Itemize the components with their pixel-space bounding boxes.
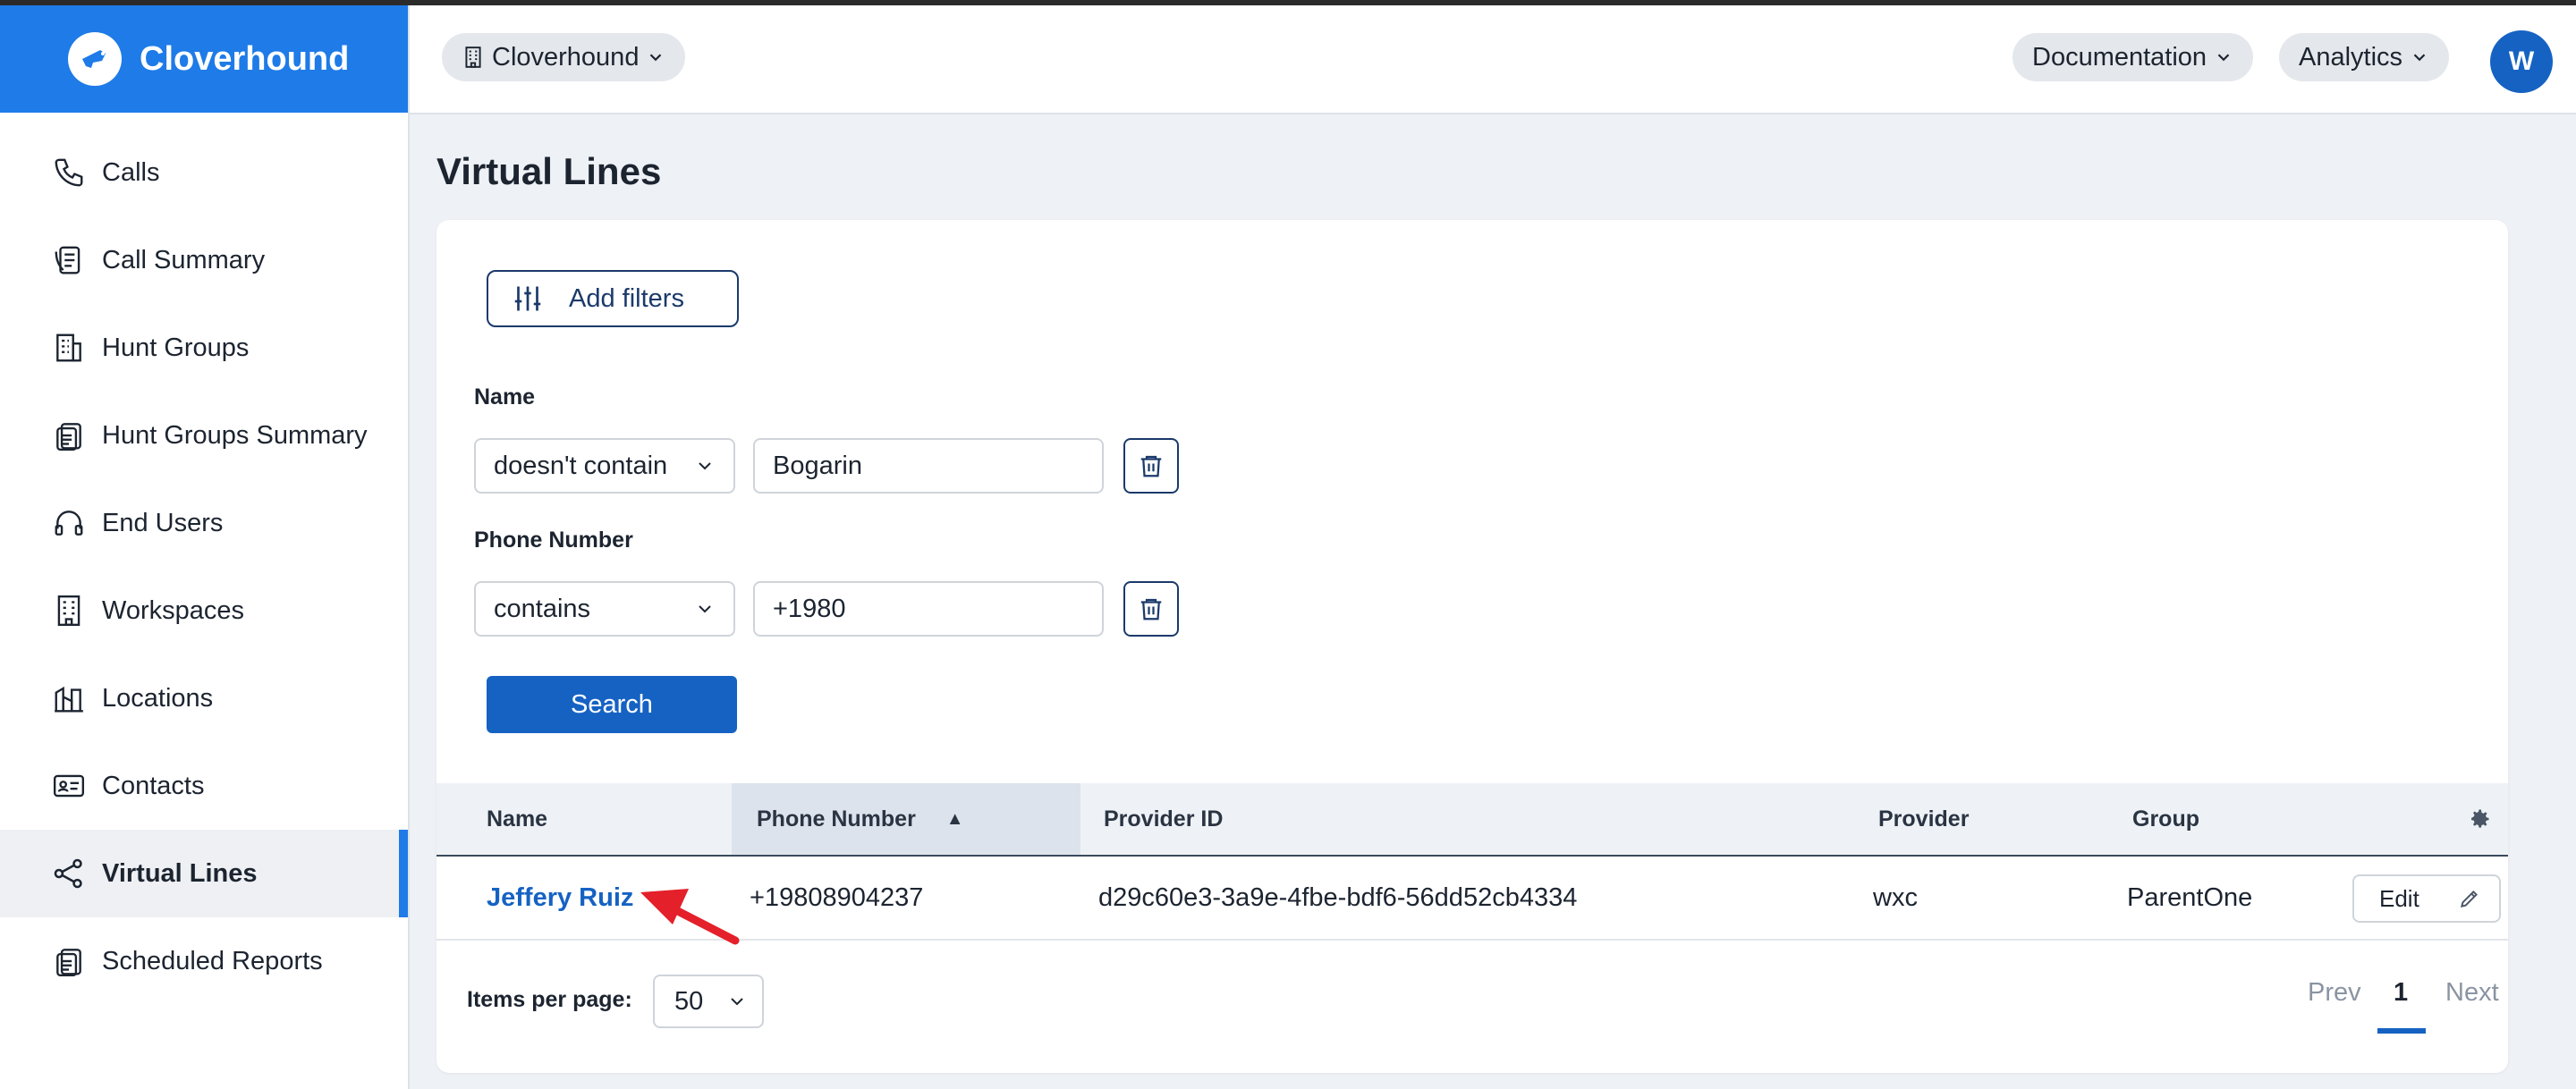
chevron-down-icon (646, 47, 665, 67)
trash-icon (1138, 595, 1165, 622)
row-provider: wxc (1873, 882, 1918, 912)
sidebar-item-end-users[interactable]: End Users (0, 479, 408, 567)
analytics-label: Analytics (2299, 42, 2403, 72)
sidebar-item-label: Virtual Lines (102, 858, 258, 888)
name-filter-input[interactable] (753, 438, 1104, 494)
row-group: ParentOne (2127, 882, 2253, 912)
sidebar-item-label: End Users (102, 508, 224, 537)
workspace-building-icon (50, 592, 88, 629)
org-building-icon (462, 46, 485, 69)
org-switcher-label: Cloverhound (492, 42, 640, 72)
next-page-button[interactable]: Next (2445, 978, 2499, 1008)
report-clipboard-icon (50, 942, 88, 980)
virtual-lines-card: Add filters Name doesn't contain Phone N… (436, 220, 2508, 1073)
sidebar-item-label: Hunt Groups (102, 333, 250, 362)
analytics-menu[interactable]: Analytics (2279, 33, 2450, 81)
row-provider-id: d29c60e3-3a9e-4fbe-bdf6-56dd52cb4334 (1098, 882, 1578, 912)
sidebar-item-label: Contacts (102, 771, 205, 800)
add-filters-label: Add filters (569, 283, 684, 313)
column-header-group[interactable]: Group (2132, 783, 2199, 855)
column-header-provider[interactable]: Provider (1878, 783, 1969, 855)
top-header: Cloverhound Documentation Analytics W (410, 5, 2576, 114)
name-operator-select[interactable]: doesn't contain (474, 438, 735, 494)
phone-filter-label: Phone Number (474, 528, 633, 553)
sidebar-item-workspaces[interactable]: Workspaces (0, 567, 408, 654)
building-icon (50, 329, 88, 367)
delete-phone-filter-button[interactable] (1123, 581, 1179, 637)
current-page-button[interactable]: 1 (2394, 978, 2408, 1008)
call-summary-icon (50, 241, 88, 279)
sidebar-item-call-summary[interactable]: Call Summary (0, 216, 408, 304)
contact-card-icon (50, 767, 88, 805)
prev-page-button[interactable]: Prev (2308, 978, 2361, 1008)
items-per-page-label: Items per page: (467, 987, 632, 1012)
documentation-menu[interactable]: Documentation (2012, 33, 2254, 81)
phone-operator-value: contains (494, 594, 591, 623)
sidebar-item-label: Locations (102, 683, 214, 713)
sidebar-item-label: Call Summary (102, 245, 266, 274)
row-phone-number: +19808904237 (750, 882, 924, 912)
page-title: Virtual Lines (436, 150, 662, 192)
phone-operator-select[interactable]: contains (474, 581, 735, 637)
edit-label: Edit (2379, 884, 2419, 912)
sidebar-item-label: Calls (102, 157, 160, 187)
documentation-label: Documentation (2032, 42, 2207, 72)
chevron-down-icon (2214, 47, 2233, 67)
sidebar-item-label: Workspaces (102, 595, 245, 625)
delete-name-filter-button[interactable] (1123, 438, 1179, 494)
name-operator-value: doesn't contain (494, 451, 668, 480)
sidebar-item-label: Hunt Groups Summary (102, 420, 368, 450)
brand-header[interactable]: Cloverhound (0, 5, 408, 113)
row-name-link[interactable]: Jeffery Ruiz (487, 857, 633, 939)
current-page-indicator (2377, 1028, 2426, 1034)
column-header-phone-number[interactable]: Phone Number ▲ (732, 783, 1080, 855)
brand-name: Cloverhound (140, 39, 350, 78)
headset-icon (50, 504, 88, 542)
sidebar-item-scheduled-reports[interactable]: Scheduled Reports (0, 917, 408, 1005)
add-filters-button[interactable]: Add filters (487, 270, 739, 327)
column-header-provider-id[interactable]: Provider ID (1104, 783, 1223, 855)
edit-button[interactable]: Edit (2352, 874, 2501, 923)
items-per-page-value: 50 (674, 986, 704, 1016)
sidebar-item-virtual-lines[interactable]: Virtual Lines (0, 830, 408, 917)
items-per-page-select[interactable]: 50 (653, 975, 764, 1028)
avatar[interactable]: W (2490, 30, 2553, 93)
table-header: Name Phone Number ▲ Provider ID Provider… (436, 783, 2508, 857)
phone-filter-input[interactable] (753, 581, 1104, 637)
sidebar-item-hunt-groups-summary[interactable]: Hunt Groups Summary (0, 392, 408, 479)
sidebar-nav: Calls Call Summary Hunt Groups Hunt Grou… (0, 129, 408, 1005)
table-row: Jeffery Ruiz +19808904237 d29c60e3-3a9e-… (436, 857, 2508, 941)
sidebar-item-hunt-groups[interactable]: Hunt Groups (0, 304, 408, 392)
sidebar-item-calls[interactable]: Calls (0, 129, 408, 216)
search-button[interactable]: Search (487, 676, 737, 733)
chevron-down-icon (726, 991, 748, 1012)
gear-icon[interactable] (2467, 806, 2492, 832)
clipboard-icon (50, 417, 88, 454)
share-nodes-icon (50, 855, 88, 892)
sidebar: Cloverhound Calls Call Summary Hunt Grou… (0, 5, 410, 1089)
phone-icon (50, 154, 88, 191)
sort-ascending-icon: ▲ (945, 808, 964, 829)
sliders-icon (512, 283, 544, 315)
city-icon (50, 680, 88, 717)
chevron-down-icon (694, 455, 716, 477)
org-switcher[interactable]: Cloverhound (442, 33, 686, 81)
sidebar-item-locations[interactable]: Locations (0, 654, 408, 742)
column-header-name[interactable]: Name (487, 783, 547, 855)
sidebar-item-label: Scheduled Reports (102, 946, 323, 975)
chevron-down-icon (694, 598, 716, 620)
pencil-icon (2458, 887, 2481, 910)
sidebar-item-contacts[interactable]: Contacts (0, 742, 408, 830)
chevron-down-icon (2410, 47, 2429, 67)
trash-icon (1138, 452, 1165, 479)
cloverhound-logo-icon (68, 32, 122, 86)
name-filter-label: Name (474, 384, 536, 409)
column-header-phone-label: Phone Number (757, 806, 916, 832)
